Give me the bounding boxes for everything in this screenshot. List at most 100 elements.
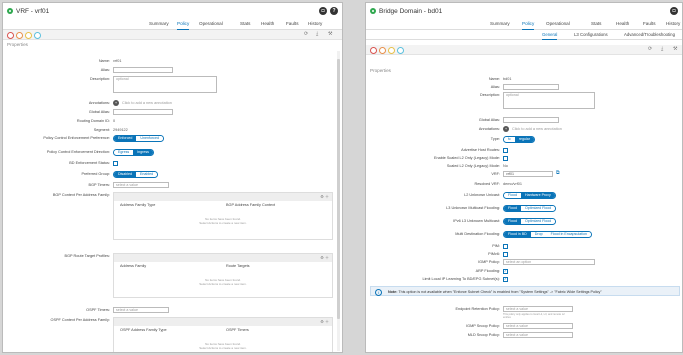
ingress-option[interactable]: Ingress bbox=[133, 150, 153, 155]
flood-option[interactable]: Flood bbox=[504, 219, 521, 224]
tab-stats[interactable]: Stats bbox=[240, 19, 250, 29]
preferred-group-toggle[interactable]: Disabled Enabled bbox=[113, 171, 159, 178]
ipv6-l3-multicast-toggle[interactable]: Flood Optimized Flood bbox=[503, 218, 557, 225]
optimized-flood-option[interactable]: Optimized Flood bbox=[521, 206, 556, 211]
pimv6-checkbox[interactable] bbox=[503, 252, 508, 257]
download-icon[interactable]: ⤓ bbox=[661, 46, 663, 52]
bd-enforcement-label: BD Enforcement Status: bbox=[69, 161, 110, 165]
limit-local-ip-checkbox[interactable]: ✓ bbox=[503, 277, 508, 282]
unenforced-option[interactable]: Unenforced bbox=[136, 136, 163, 141]
multi-destination-label: Multi Destination Flooding: bbox=[455, 232, 500, 236]
column-header[interactable]: Address Family Type bbox=[120, 202, 155, 209]
refresh-icon[interactable]: ⟳ bbox=[648, 46, 652, 52]
l3-unknown-multicast-toggle[interactable]: Flood Optimized Flood bbox=[503, 205, 557, 212]
settings-icon[interactable]: ⚒ bbox=[673, 46, 677, 52]
ospf-timers-select[interactable]: select a value bbox=[113, 307, 169, 313]
tab-history[interactable]: History bbox=[308, 19, 322, 29]
arp-flooding-checkbox[interactable]: ✓ bbox=[503, 269, 508, 274]
enforced-option[interactable]: Enforced bbox=[114, 136, 137, 141]
disabled-option[interactable]: Disabled bbox=[114, 172, 136, 177]
egress-option[interactable]: Egress bbox=[114, 150, 134, 155]
subtab-l3-configurations[interactable]: L3 Configurations bbox=[574, 30, 608, 39]
flood-in-encapsulation-option[interactable]: Flood in Encapsulation bbox=[546, 232, 591, 237]
vrf-link-icon[interactable]: ⧉ bbox=[556, 170, 560, 176]
igmp-snoop-select[interactable]: select a value bbox=[503, 323, 573, 329]
alias-input[interactable] bbox=[503, 84, 559, 90]
global-alias-input[interactable] bbox=[503, 117, 559, 123]
routing-domain-label: Routing Domain ID: bbox=[76, 119, 110, 123]
refresh-icon[interactable]: ⟳ bbox=[304, 31, 308, 37]
pce-direction-toggle[interactable]: Egress Ingress bbox=[113, 149, 154, 156]
name-label: Name: bbox=[488, 77, 500, 81]
tab-summary[interactable]: Summary bbox=[149, 19, 169, 29]
vrf-window: VRF - vrf01 ◘? Summary Policy Operationa… bbox=[2, 2, 343, 353]
ospf-timers-label: OSPF Timers: bbox=[86, 308, 110, 312]
tab-health[interactable]: Health bbox=[616, 19, 629, 29]
bgp-timers-label: BGP Timers: bbox=[88, 183, 110, 187]
description-input[interactable]: optional bbox=[113, 76, 217, 93]
advertise-host-routes-checkbox[interactable] bbox=[503, 148, 508, 153]
tab-policy[interactable]: Policy bbox=[522, 19, 535, 30]
description-label: Description: bbox=[89, 77, 110, 81]
column-header[interactable]: BGP Address Family Context bbox=[226, 202, 275, 209]
tab-operational[interactable]: Operational bbox=[199, 19, 223, 29]
tab-faults[interactable]: Faults bbox=[286, 19, 299, 29]
l2-unknown-unicast-toggle[interactable]: Flood Hardware Proxy bbox=[503, 192, 556, 199]
drop-option[interactable]: Drop bbox=[530, 232, 547, 237]
pim-checkbox[interactable] bbox=[503, 244, 508, 249]
table-actions-icon[interactable]: ⚙ ＋ bbox=[320, 194, 329, 200]
subtab-advanced[interactable]: Advanced/Troubleshooting bbox=[624, 30, 675, 39]
column-header[interactable]: Address Family bbox=[120, 263, 146, 270]
bgp-route-target-label: BGP Route Target Profiles: bbox=[64, 254, 110, 258]
flood-option[interactable]: Flood bbox=[504, 206, 521, 211]
download-icon[interactable]: ⤓ bbox=[316, 31, 318, 37]
flood-option[interactable]: Flood bbox=[504, 193, 521, 198]
add-annotation-icon[interactable]: + bbox=[503, 126, 509, 132]
column-header[interactable]: OSPF Timers bbox=[226, 327, 249, 334]
routing-domain-value: 0 bbox=[113, 119, 116, 123]
vrf-select[interactable]: vrf01 bbox=[503, 171, 553, 177]
subtab-general[interactable]: General bbox=[542, 30, 558, 40]
regular-option[interactable]: regular bbox=[514, 137, 534, 142]
tab-policy[interactable]: Policy bbox=[177, 19, 190, 30]
igmp-policy-select[interactable]: select an option bbox=[503, 259, 595, 265]
enable-scaled-l2-checkbox[interactable] bbox=[503, 156, 508, 161]
optimized-flood-option[interactable]: Optimized Flood bbox=[521, 219, 556, 224]
description-input[interactable]: optional bbox=[503, 92, 595, 109]
bgp-context-label: BGP Context Per Address Family: bbox=[52, 193, 110, 197]
table-actions-icon[interactable]: ⚙ ＋ bbox=[320, 255, 329, 261]
alias-input[interactable] bbox=[113, 67, 173, 73]
bd-enforcement-checkbox[interactable] bbox=[113, 161, 118, 166]
tab-history[interactable]: History bbox=[666, 19, 680, 29]
bgp-timers-select[interactable]: select a value bbox=[113, 182, 169, 188]
name-value: vrf01 bbox=[113, 59, 122, 63]
pce-preference-toggle[interactable]: Enforced Unenforced bbox=[113, 135, 164, 142]
bookmark-icon[interactable]: ◘ bbox=[670, 7, 678, 15]
enabled-option[interactable]: Enabled bbox=[135, 172, 158, 177]
tab-health[interactable]: Health bbox=[261, 19, 274, 29]
tab-stats[interactable]: Stats bbox=[591, 19, 601, 29]
bookmark-icon[interactable]: ◘ bbox=[319, 7, 327, 15]
endpoint-retention-select[interactable]: select a value bbox=[503, 306, 573, 312]
scrollbar[interactable] bbox=[337, 51, 340, 351]
global-alias-input[interactable] bbox=[113, 109, 173, 115]
flood-in-bd-option[interactable]: Flood in BD bbox=[504, 232, 531, 237]
tab-operational[interactable]: Operational bbox=[546, 19, 570, 29]
type-toggle[interactable]: fc regular bbox=[503, 136, 535, 143]
table-actions-icon[interactable]: ⚙ ＋ bbox=[320, 319, 329, 325]
note-banner: i Note: This option is not available whe… bbox=[370, 286, 680, 296]
help-icon[interactable]: ? bbox=[330, 7, 338, 15]
hardware-proxy-option[interactable]: Hardware Proxy bbox=[521, 193, 555, 198]
tab-faults[interactable]: Faults bbox=[643, 19, 656, 29]
annotation-hint[interactable]: Click to add a new annotation bbox=[512, 126, 562, 132]
settings-icon[interactable]: ⚒ bbox=[328, 31, 332, 37]
mld-snoop-select[interactable]: select a value bbox=[503, 332, 573, 338]
column-header[interactable]: OSPF Address Family Type bbox=[120, 327, 167, 334]
add-annotation-icon[interactable]: + bbox=[113, 100, 119, 106]
fc-option[interactable]: fc bbox=[504, 137, 515, 142]
column-header[interactable]: Route Targets bbox=[226, 263, 250, 270]
scaled-l2-label: Scaled L2 Only (Legacy) Mode: bbox=[446, 164, 500, 168]
multi-destination-toggle[interactable]: Flood in BD Drop Flood in Encapsulation bbox=[503, 231, 592, 238]
annotation-hint[interactable]: Click to add a new annotation bbox=[122, 100, 172, 106]
name-value: bd01 bbox=[503, 77, 512, 81]
